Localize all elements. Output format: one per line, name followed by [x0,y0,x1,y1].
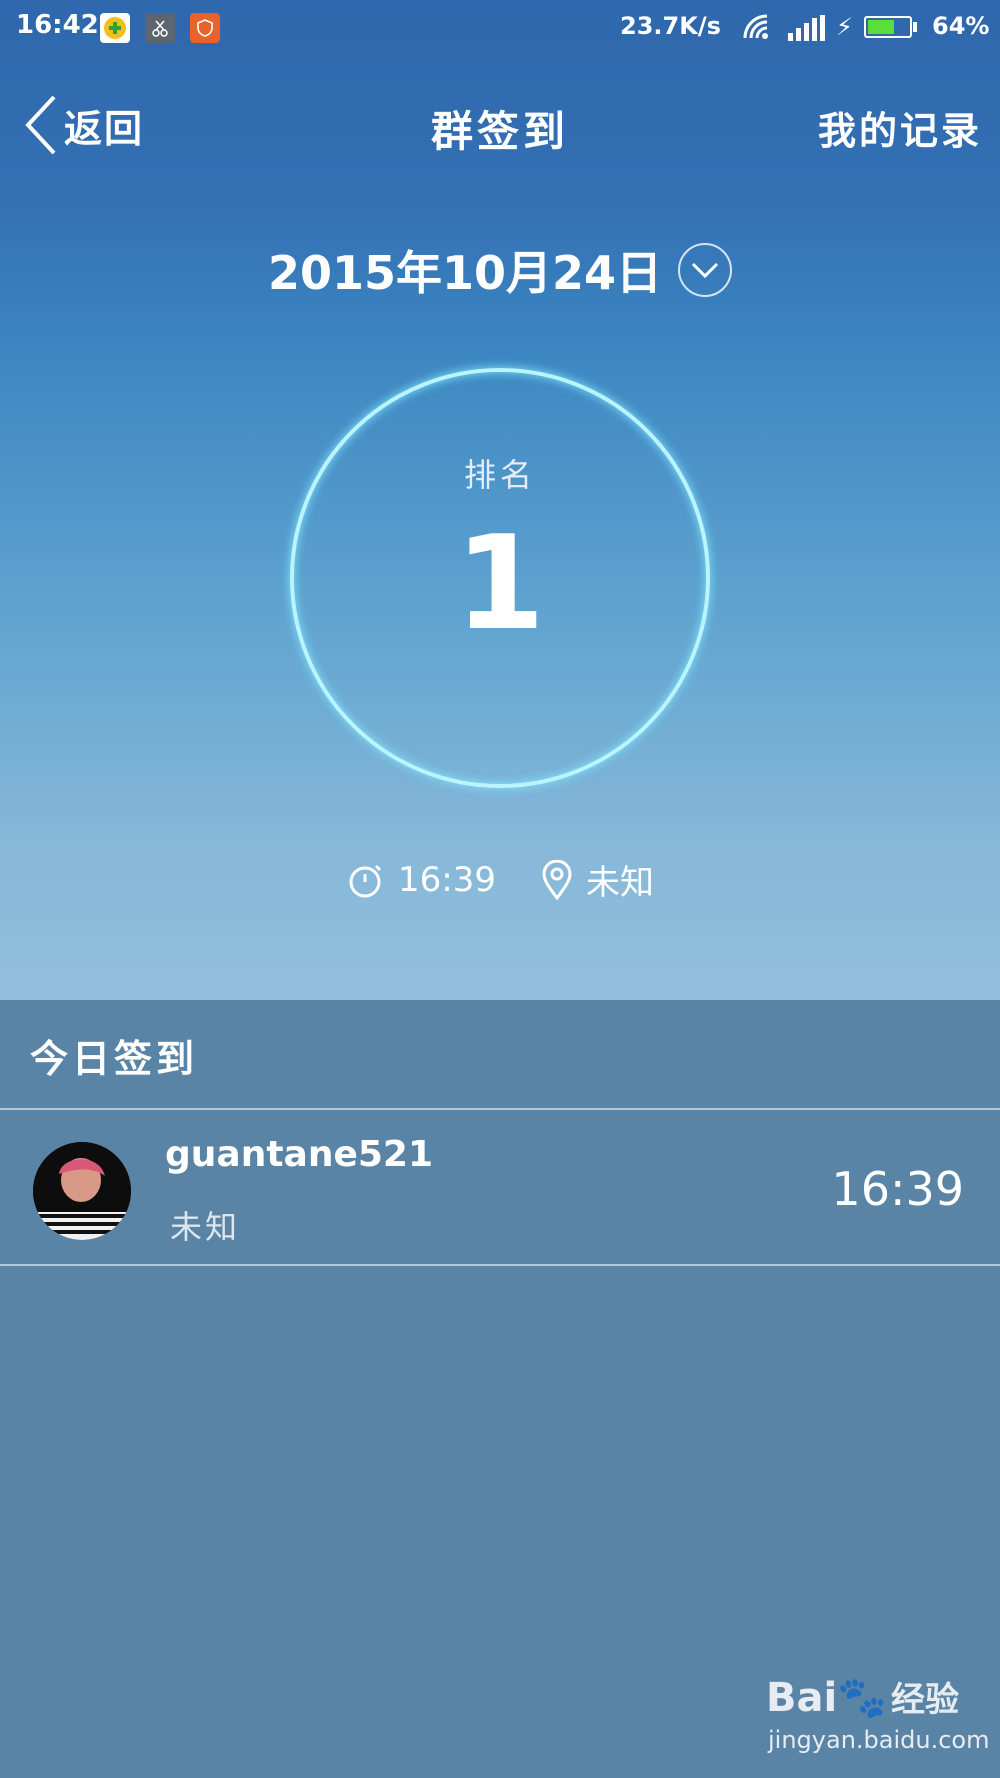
checkin-time: 16:39 [398,859,496,900]
cell-signal-icon [788,15,826,45]
avatar [33,1142,131,1240]
watermark-domain: jingyan.baidu.com [768,1726,990,1754]
battery-percent: 64% [932,12,990,40]
battery-tip [913,22,917,32]
date-selector[interactable]: 2015年10月24日 [0,225,1000,315]
today-list-title: 今日签到 [30,1037,199,1081]
today-list-header: 今日签到 [0,1000,1000,1110]
member-location: 未知 [170,1208,241,1246]
baidu-watermark: Bai🐾 经验 jingyan.baidu.com [766,1672,989,1762]
paw-icon: 🐾 [837,1675,888,1721]
chevron-down-icon [691,262,719,279]
status-time: 16:42 [16,10,99,40]
date-label: 2015年10月24日 [267,246,663,300]
status-bar: 16:42 23.7K/s ⚡ 64% [0,0,1000,52]
stopwatch-icon [349,864,382,897]
location-pin-icon [542,859,572,900]
my-records-button[interactable]: 我的记录 [818,100,982,155]
app-notification-icon [100,13,130,43]
watermark-brand: Bai🐾 经验 [766,1675,960,1721]
rank-circle: 排名 1 [290,368,710,788]
scissors-notification-icon [145,13,175,43]
date-dropdown-button[interactable] [678,243,733,297]
nav-bar: 返回 群签到 我的记录 [0,90,1000,160]
list-item[interactable]: guantane521 未知 16:39 [0,1110,1000,1266]
member-name: guantane521 [165,1134,434,1175]
rank-label: 排名 [463,456,536,494]
rank-value: 1 [454,507,546,659]
wifi-icon [742,14,772,44]
checkin-location: 未知 [585,863,654,903]
network-speed: 23.7K/s [620,12,721,40]
shield-notification-icon [190,13,220,43]
checkin-meta: 16:39 未知 [0,855,1000,904]
charging-icon: ⚡ [836,13,853,41]
member-checkin-time: 16:39 [831,1162,964,1216]
battery-icon [864,16,912,38]
